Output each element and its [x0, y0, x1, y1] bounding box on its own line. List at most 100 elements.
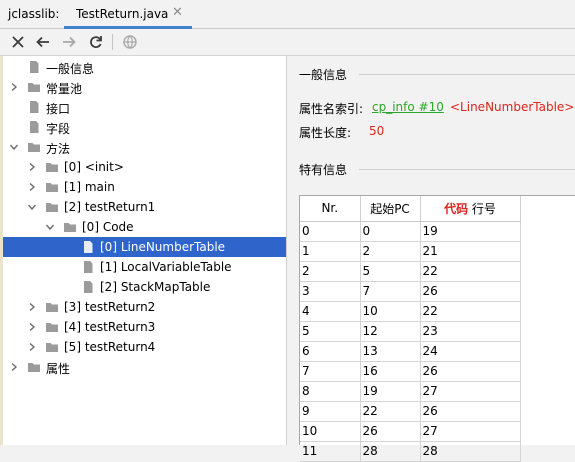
folder-icon	[27, 140, 41, 154]
folder-icon	[45, 300, 59, 314]
cell-start-pc: 7	[360, 281, 421, 302]
tree-node-label: 方法	[46, 142, 71, 156]
table-row[interactable]: 7 16 26	[300, 361, 521, 382]
tree-node[interactable]: [0] <init>	[3, 157, 286, 177]
table-row[interactable]: 5 12 23	[300, 321, 521, 342]
cell-nr: 7	[300, 361, 361, 382]
tree-node[interactable]: 接口	[3, 97, 286, 117]
table-row[interactable]: 11 28 28	[300, 441, 521, 462]
specific-info-divider	[359, 169, 575, 170]
folder-icon	[45, 320, 59, 334]
folder-icon	[45, 340, 59, 354]
cell-line-number: 26	[420, 281, 521, 302]
tree-node-label: 常量池	[46, 82, 83, 96]
chevron-down-icon[interactable]	[26, 200, 38, 214]
cell-line-number: 28	[420, 441, 521, 462]
file-icon	[81, 260, 95, 274]
refresh-icon[interactable]	[86, 32, 106, 52]
cell-nr: 0	[300, 221, 361, 242]
tree-node[interactable]: [2] StackMapTable	[3, 277, 286, 297]
tree-node-label: [0] LineNumberTable	[100, 240, 226, 254]
cell-nr: 4	[300, 301, 361, 322]
tree-node[interactable]: [2] testReturn1	[3, 197, 286, 217]
tree-node[interactable]: 方法	[3, 137, 286, 157]
cell-nr: 11	[300, 441, 361, 462]
tree-node[interactable]: [3] testReturn2	[3, 297, 286, 317]
tree-node[interactable]: [1] main	[3, 177, 286, 197]
general-info-divider	[359, 74, 575, 75]
folder-icon	[27, 80, 41, 94]
tree-node-label: [2] testReturn1	[64, 200, 156, 214]
cell-start-pc: 13	[360, 341, 421, 362]
tab-jclasslib[interactable]: jclasslib:	[8, 7, 59, 21]
web-icon[interactable]	[120, 32, 140, 52]
table-header-row: Nr. 起始PC 代码 行号	[300, 196, 521, 222]
table-row[interactable]: 0 0 19	[300, 221, 521, 242]
file-icon	[27, 60, 41, 74]
tree-node-label: [5] testReturn4	[64, 340, 156, 354]
tree-node[interactable]: [4] testReturn3	[3, 317, 286, 337]
tree-node[interactable]: [0] LineNumberTable	[3, 237, 286, 257]
tree-node[interactable]: 常量池	[3, 77, 286, 97]
table-row[interactable]: 8 19 27	[300, 381, 521, 402]
table-row[interactable]: 10 26 27	[300, 421, 521, 442]
chevron-right-icon[interactable]	[26, 160, 38, 174]
general-info-title: 一般信息	[299, 68, 348, 82]
tab-testreturn-java[interactable]: TestReturn.java ✕	[64, 0, 192, 29]
chevron-right-icon[interactable]	[26, 300, 38, 314]
chevron-down-icon[interactable]	[8, 140, 20, 154]
chevron-right-icon[interactable]	[26, 180, 38, 194]
cell-line-number: 26	[420, 401, 521, 422]
tree-node-label: 属性	[46, 362, 71, 376]
header-nr[interactable]: Nr.	[300, 196, 361, 222]
table-row[interactable]: 4 10 22	[300, 301, 521, 322]
table-row[interactable]: 2 5 22	[300, 261, 521, 282]
cell-start-pc: 26	[360, 421, 421, 442]
file-icon	[81, 280, 95, 294]
tree-node[interactable]: [5] testReturn4	[3, 337, 286, 357]
cell-start-pc: 2	[360, 241, 421, 262]
header-line-number[interactable]: 代码 行号	[420, 196, 521, 222]
name-index-link[interactable]: cp_info #10	[372, 100, 444, 114]
tree-node-label: [4] testReturn3	[64, 320, 156, 334]
file-icon	[27, 120, 41, 134]
tree-node[interactable]: [1] LocalVariableTable	[3, 257, 286, 277]
chevron-right-icon[interactable]	[8, 80, 20, 94]
tree-node[interactable]: [0] Code	[3, 217, 286, 237]
cell-nr: 8	[300, 381, 361, 402]
cell-start-pc: 10	[360, 301, 421, 322]
chevron-right-icon[interactable]	[8, 360, 20, 374]
editor-tab-bar: jclasslib: TestReturn.java ✕	[0, 0, 575, 29]
header-start-pc[interactable]: 起始PC	[360, 196, 421, 222]
chevron-right-icon[interactable]	[26, 320, 38, 334]
folder-icon	[45, 160, 59, 174]
tree-node-label: [1] LocalVariableTable	[100, 260, 232, 274]
tree-node-label: 接口	[46, 102, 71, 116]
forward-arrow-icon[interactable]	[59, 32, 79, 52]
tab-close-icon[interactable]: ✕	[172, 5, 183, 20]
table-row[interactable]: 1 2 21	[300, 241, 521, 262]
folder-icon	[45, 200, 59, 214]
cell-nr: 5	[300, 321, 361, 342]
folder-icon	[63, 220, 77, 234]
cell-line-number: 22	[420, 301, 521, 322]
toolbar	[0, 29, 575, 56]
tree-node-label: 字段	[46, 122, 71, 136]
tree-node-label: [0] Code	[82, 220, 134, 234]
header-start-pc-label: 起始PC	[370, 201, 410, 216]
table-row[interactable]: 6 13 24	[300, 341, 521, 362]
cell-nr: 1	[300, 241, 361, 262]
tree-node[interactable]: 属性	[3, 357, 286, 377]
back-arrow-icon[interactable]	[33, 32, 53, 52]
close-icon[interactable]	[8, 32, 28, 52]
chevron-down-icon[interactable]	[44, 220, 56, 234]
cell-line-number: 24	[420, 341, 521, 362]
specific-info-title: 特有信息	[299, 163, 348, 177]
attribute-length-label: 属性长度:	[299, 126, 352, 140]
tree-node[interactable]: 一般信息	[3, 57, 286, 77]
tree-node[interactable]: 字段	[3, 117, 286, 137]
chevron-right-icon[interactable]	[26, 340, 38, 354]
table-row[interactable]: 3 7 26	[300, 281, 521, 302]
table-row[interactable]: 9 22 26	[300, 401, 521, 422]
cell-nr: 6	[300, 341, 361, 362]
